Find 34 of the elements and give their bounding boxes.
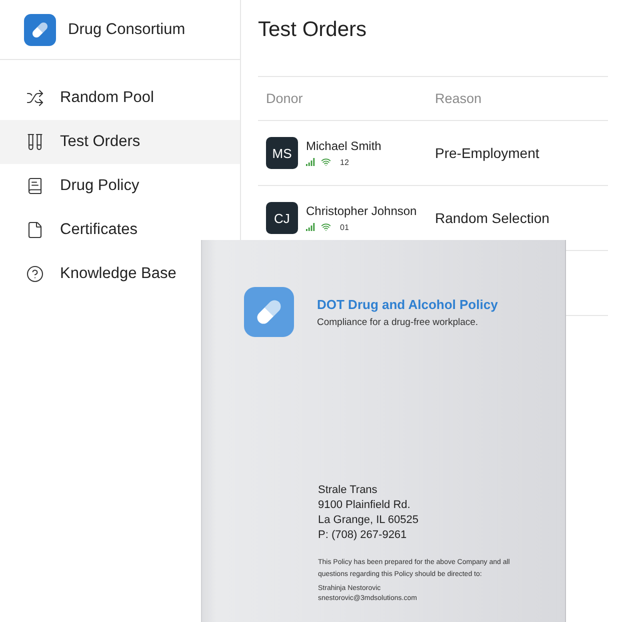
column-header: Donor [265, 91, 304, 106]
brand-name: Drug Consortium [68, 20, 186, 38]
document-title: DOT Drug and Alcohol Policy [317, 296, 498, 312]
signal-bars-icon [306, 158, 315, 166]
pill-logo-icon [244, 287, 294, 337]
reason-text: Random Selection [435, 210, 550, 226]
address-line: 9100 Plainfield Rd. [318, 498, 410, 513]
avatar: MS [266, 137, 298, 169]
sidebar-item[interactable]: Random Pool [0, 76, 168, 120]
document-subtitle: Compliance for a drug-free workplace. [317, 316, 480, 328]
address-line: La Grange, IL 60525 [318, 513, 419, 528]
book-icon [26, 177, 44, 195]
avatar: CJ [266, 202, 298, 234]
wifi-icon [321, 222, 331, 232]
column-header: Reason [435, 91, 483, 106]
sidebar-item[interactable]: Knowledge Base [0, 252, 190, 296]
file-icon [26, 221, 44, 239]
pill-logo-icon [24, 14, 56, 46]
page-title: Test Orders [258, 18, 367, 42]
sidebar-item[interactable]: Certificates [0, 208, 152, 252]
test-tubes-icon [26, 133, 44, 151]
wifi-icon [321, 157, 331, 167]
address-line: Strale Trans [318, 483, 378, 498]
donor-name: Christopher Johnson [306, 204, 417, 218]
count-text: 12 [340, 158, 349, 166]
signal-bars-icon [306, 223, 315, 231]
address-line: P: (708) 267-9261 [318, 528, 407, 543]
reason-text: Pre-Employment [435, 145, 540, 161]
help-icon [26, 265, 44, 283]
count-text: 01 [340, 222, 349, 232]
shuffle-icon [26, 89, 44, 107]
sidebar-item[interactable]: Drug Policy [0, 164, 154, 208]
sidebar-item[interactable]: Test Orders [0, 120, 240, 164]
donor-name: Michael Smith [306, 139, 382, 153]
